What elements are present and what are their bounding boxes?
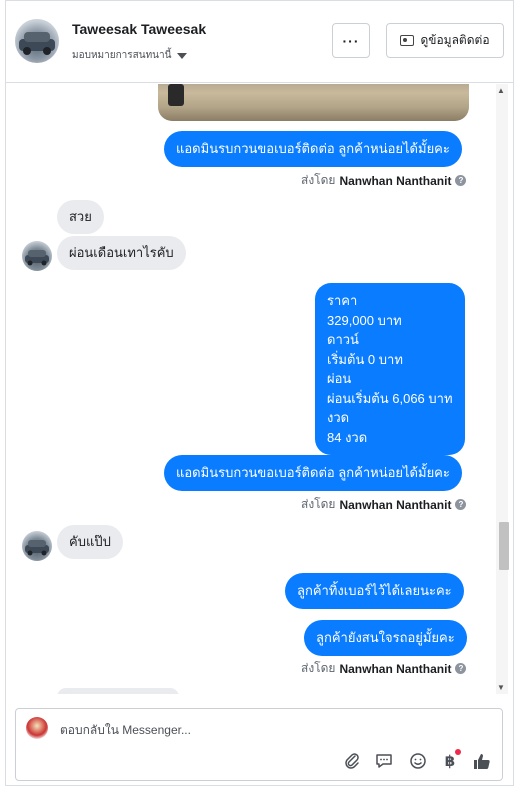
incoming-message-partial [57,688,179,694]
chat-bubble-icon[interactable] [374,751,394,771]
price-line: ผ่อน [327,371,352,386]
notification-dot [455,749,461,755]
car-interior-photo[interactable] [158,84,469,121]
conversation-panel: Taweesak Taweesak มอบหมายการสนทนานี้ ···… [5,0,514,786]
sender-name: Nanwhan Nanthanit [339,173,452,188]
assign-conversation-dropdown[interactable]: มอบหมายการสนทนานี้ [72,48,188,63]
contact-avatar[interactable] [15,19,59,63]
message-thread[interactable]: แอดมินรบกวนขอเบอร์ติดต่อ ลูกค้าหน่อยได้ม… [6,84,513,694]
incoming-message: คับแป๊ป [57,525,123,559]
sender-name: Nanwhan Nanthanit [339,497,452,512]
outgoing-message: แอดมินรบกวนขอเบอร์ติดต่อ ลูกค้าหน่อยได้ม… [164,131,462,167]
reply-input[interactable]: ตอบกลับใน Messenger... [60,721,191,740]
view-contact-label: ดูข้อมูลติดต่อ [420,33,490,47]
contact-name: Taweesak Taweesak [72,21,207,37]
scroll-up-icon[interactable]: ▲ [497,86,505,95]
price-line: ราคา [327,293,358,308]
assign-label: มอบหมายการสนทนานี้ [72,50,172,61]
scroll-down-icon[interactable]: ▼ [497,683,505,692]
price-line: เริ่มต้น 0 บาท [327,351,403,367]
page-avatar [26,717,48,739]
view-contact-button[interactable]: ดูข้อมูลติดต่อ [386,23,504,58]
message-scrollbar[interactable]: ▲ ▼ [496,84,509,694]
outgoing-message: ลูกค้ายังสนใจรถอยู่มั้ยคะ [304,620,467,656]
help-icon[interactable]: ? [455,499,467,510]
price-line: งวด [327,410,350,425]
scroll-thumb[interactable] [499,522,509,570]
price-line: ผ่อนเริ่มต้น 6,066 บาท [327,390,453,406]
paperclip-icon[interactable] [342,751,362,771]
contact-avatar-small [22,241,52,271]
conversation-header: Taweesak Taweesak มอบหมายการสนทนานี้ ···… [6,1,513,83]
price-details-message: ราคา 329,000 บาท ดาวน์ เริ่มต้น 0 บาท ผ่… [315,283,465,455]
incoming-message: ผ่อนเดือนเทาไรคับ [57,236,186,270]
outgoing-message: แอดมินรบกวนขอเบอร์ติดต่อ ลูกค้าหน่อยได้ม… [164,455,462,491]
sent-by-label: ส่งโดย Nanwhan Nanthanit ? [301,495,467,514]
smile-icon[interactable] [408,751,428,771]
thumbs-up-icon[interactable] [472,751,492,771]
price-line: 329,000 บาท [327,312,402,328]
contact-avatar-small [22,531,52,561]
help-icon[interactable]: ? [455,175,467,186]
chevron-down-icon [177,52,188,59]
help-icon[interactable]: ? [455,663,467,674]
outgoing-message: ลูกค้าทิ้งเบอร์ไว้ได้เลยนะคะ [285,573,464,609]
contact-card-icon [400,35,415,46]
incoming-message: สวย [57,200,104,234]
more-options-button[interactable]: ··· [332,23,370,58]
sender-name: Nanwhan Nanthanit [339,661,452,676]
sent-by-label: ส่งโดย Nanwhan Nanthanit ? [301,171,467,190]
price-line: 84 งวด [327,429,368,445]
reply-composer[interactable]: ตอบกลับใน Messenger... ฿ [15,708,503,781]
price-line: ดาวน์ [327,332,359,347]
sent-by-label: ส่งโดย Nanwhan Nanthanit ? [301,659,467,678]
